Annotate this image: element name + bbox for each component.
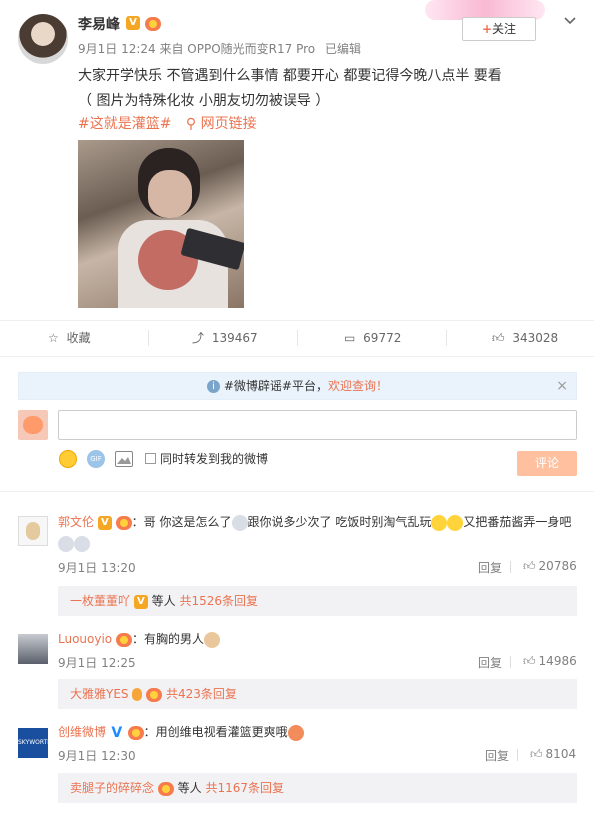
verified-icon: V xyxy=(97,515,112,530)
comment-input[interactable] xyxy=(58,410,577,440)
medal-icon xyxy=(127,725,144,740)
reply-summary[interactable]: 卖腿子的碎碎念 等人 共1167条回复 xyxy=(58,773,577,803)
like-icon: 👍︎ xyxy=(492,331,505,345)
repost-checkbox[interactable] xyxy=(145,453,156,464)
post-time-source[interactable]: 9月1日 12:24 来自 OPPO随光而变R17 Pro xyxy=(78,42,315,56)
commenter-avatar[interactable] xyxy=(18,516,48,546)
like-action[interactable]: 👍︎ 343028 xyxy=(492,328,558,348)
edited-label[interactable]: 已编辑 xyxy=(325,42,361,56)
like-icon: 👍︎ xyxy=(530,747,543,761)
comment-item: Luouoyio ：有胸的男人 xyxy=(58,630,220,648)
emoji-icon xyxy=(74,536,90,552)
reply-button[interactable]: 回复 xyxy=(478,654,502,671)
comment-action[interactable]: ▭ 69772 xyxy=(344,328,401,348)
medal-icon xyxy=(146,687,163,702)
medal-icon xyxy=(157,781,174,796)
like-icon: 👍︎ xyxy=(523,654,536,668)
medal-icon xyxy=(145,16,161,31)
smiley-icon[interactable] xyxy=(59,450,77,468)
repost-icon: ⤴ xyxy=(192,331,205,345)
reply-summary[interactable]: 大雅雅YES 共423条回复 xyxy=(58,679,577,709)
separator xyxy=(148,330,149,346)
commenter-name[interactable]: 郭文伦 xyxy=(58,515,94,529)
post-meta: 9月1日 12:24 来自 OPPO随光而变R17 Pro 已编辑 xyxy=(78,40,361,57)
comment-time: 9月1日 12:25 xyxy=(58,656,136,670)
emoji-icon xyxy=(204,631,220,648)
link-icon: ⚲ xyxy=(185,116,197,132)
separator xyxy=(510,561,511,573)
post-text-line2: （ 图片为特殊化妆 小朋友切勿被误导 ） xyxy=(78,93,330,109)
post-image[interactable] xyxy=(78,140,244,308)
verified-icon: V xyxy=(126,16,140,30)
commenter-avatar[interactable] xyxy=(18,634,48,664)
emoji-icon xyxy=(447,514,464,531)
commenter-avatar[interactable]: SKYWORTH xyxy=(18,728,52,758)
follow-plus-icon: + xyxy=(481,22,493,36)
rumor-notice: i #微博辟谣#平台，欢迎查询！ × xyxy=(18,372,577,400)
post-text-line1: 大家开学快乐 不管遇到什么事情 都要开心 都要记得今晚八点半 要看 xyxy=(78,68,502,84)
reply-button[interactable]: 回复 xyxy=(485,747,509,764)
comment-like-button[interactable]: 👍︎ 20786 xyxy=(523,559,577,574)
divider xyxy=(0,320,594,321)
comment-time: 9月1日 13:20 xyxy=(58,561,136,575)
like-icon: 👍︎ xyxy=(523,559,536,573)
reply-summary[interactable]: 一枚董董吖 V 等人 共1526条回复 xyxy=(58,586,577,616)
gif-icon[interactable]: GIF xyxy=(87,450,105,468)
medal-icon xyxy=(115,632,132,647)
reply-button[interactable]: 回复 xyxy=(478,559,502,576)
author-name[interactable]: 李易峰 xyxy=(78,14,120,34)
emoji-icon xyxy=(231,514,248,531)
comment-like-button[interactable]: 👍︎ 8104 xyxy=(530,747,576,762)
author-avatar[interactable] xyxy=(18,14,68,64)
comment-item: 郭文伦 V ：哥 你这是怎么了 跟你说多少次了 吃饭时别淘气乱玩 又把番茄酱弄一身吧 xyxy=(58,514,572,531)
comment-icon: ▭ xyxy=(344,331,356,345)
medal-icon xyxy=(115,515,132,530)
divider xyxy=(0,491,594,492)
topic-link[interactable]: #这就是灌篮# xyxy=(78,116,171,132)
notice-link[interactable]: 欢迎查询！ xyxy=(328,379,388,393)
follow-button[interactable]: +关注 xyxy=(462,17,536,41)
info-icon: i xyxy=(207,380,221,393)
comment-item: 创维微博 V ：用创维电视看灌篮更爽哦 xyxy=(58,723,304,741)
star-icon: ☆ xyxy=(48,331,59,345)
repost-checkbox-label: 同时转发到我的微博 xyxy=(160,452,269,466)
separator xyxy=(517,749,518,761)
close-icon[interactable]: × xyxy=(556,373,568,399)
commenter-name[interactable]: 创维微博 xyxy=(58,725,106,739)
repost-action[interactable]: ⤴ 139467 xyxy=(192,328,258,348)
submit-comment-button[interactable]: 评论 xyxy=(517,451,577,476)
emoji-icon xyxy=(58,536,74,552)
balloon-icon xyxy=(132,688,143,701)
comment-like-button[interactable]: 👍︎ 14986 xyxy=(523,654,577,669)
image-icon[interactable] xyxy=(115,451,133,467)
separator xyxy=(297,330,298,346)
composer-avatar xyxy=(18,410,48,440)
emoji-icon xyxy=(287,724,304,741)
emoji-row xyxy=(58,536,90,552)
web-link[interactable]: 网页链接 xyxy=(201,116,257,132)
chevron-down-icon[interactable] xyxy=(563,14,577,28)
favorite-action[interactable]: ☆ 收藏 xyxy=(48,328,91,348)
verified-icon: V xyxy=(109,724,124,741)
commenter-name[interactable]: Luouoyio xyxy=(58,632,112,646)
separator xyxy=(510,656,511,668)
comment-time: 9月1日 12:30 xyxy=(58,749,136,763)
emoji-icon xyxy=(431,514,448,531)
verified-icon: V xyxy=(133,594,148,609)
separator xyxy=(446,330,447,346)
